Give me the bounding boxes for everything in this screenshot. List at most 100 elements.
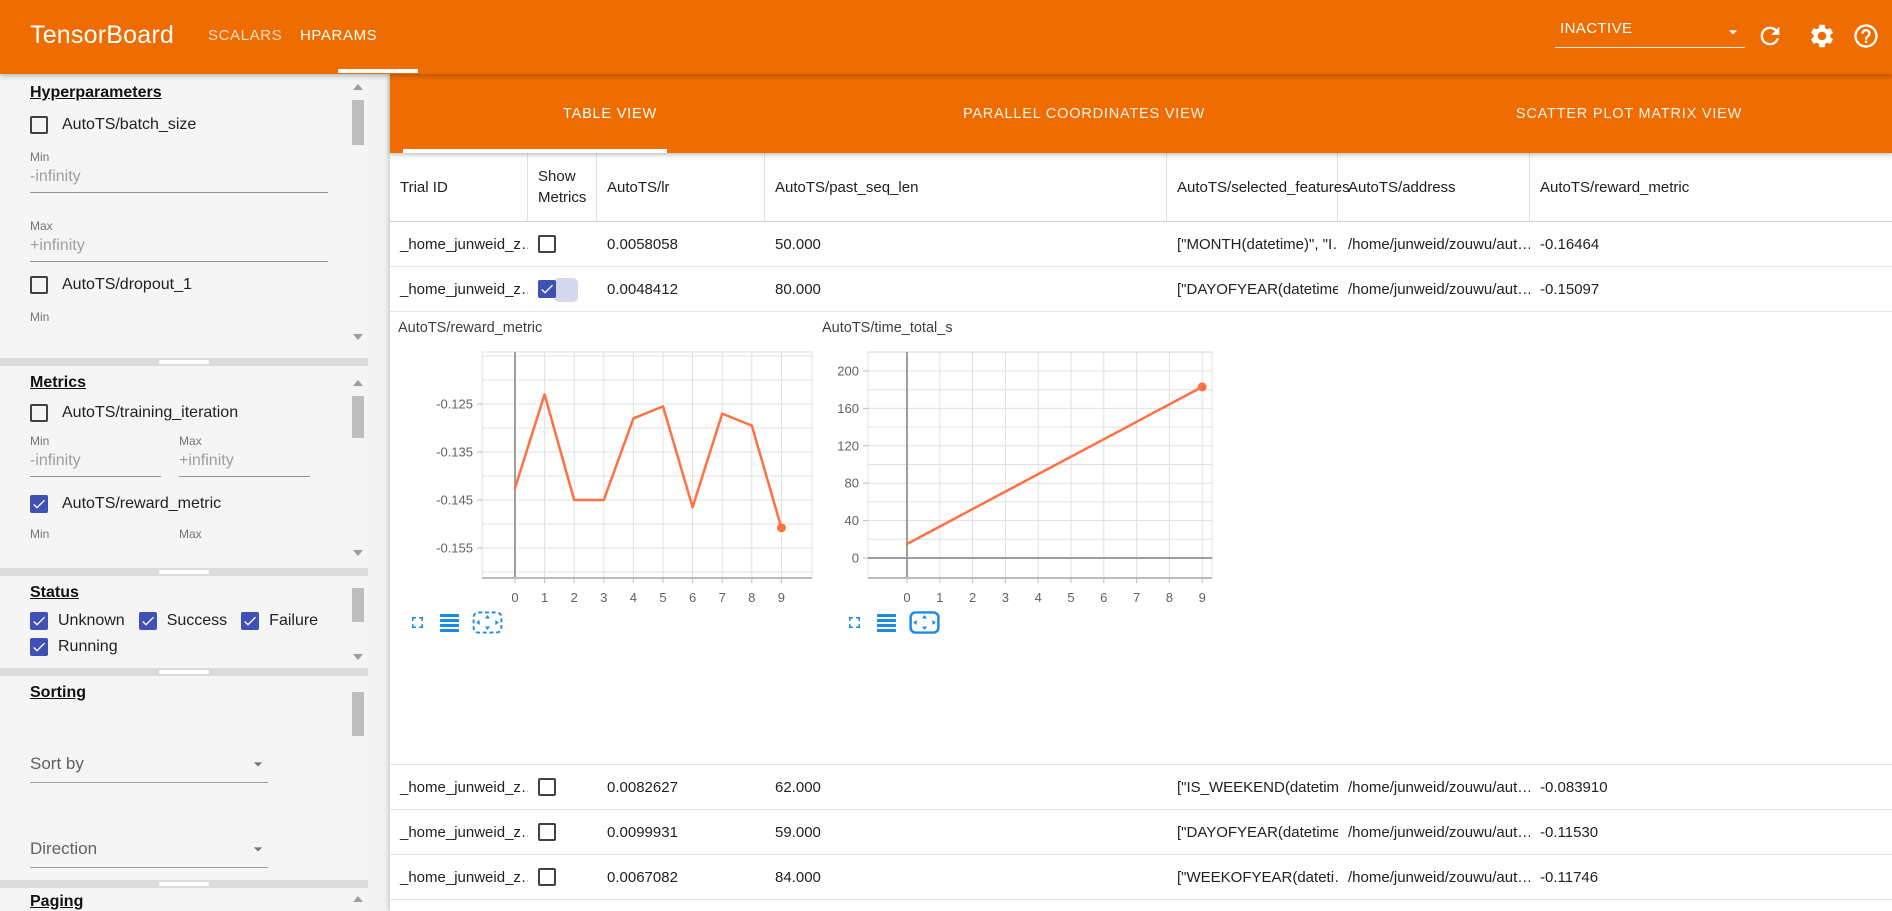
direction-placeholder: Direction xyxy=(30,839,97,858)
status-option-success[interactable]: Success xyxy=(139,612,227,630)
list-icon[interactable] xyxy=(876,614,897,632)
scrollbar-thumb[interactable] xyxy=(352,100,364,145)
tab-scalars-label: SCALARS xyxy=(208,27,282,44)
show-metrics-checkbox[interactable] xyxy=(538,778,556,796)
show-metrics-checkbox[interactable] xyxy=(538,823,556,841)
checkbox-failure[interactable] xyxy=(241,612,259,630)
show-metrics-checkbox[interactable] xyxy=(538,235,556,253)
svg-text:40: 40 xyxy=(845,513,859,528)
metric-training-iteration-row[interactable]: AutoTS/training_iteration xyxy=(30,404,328,422)
status-option-failure[interactable]: Failure xyxy=(241,612,318,630)
cell-selected-features: ["WEEKOFYEAR(dateti… xyxy=(1167,855,1338,899)
status-option-unknown[interactable]: Unknown xyxy=(30,612,125,630)
min-label: Min xyxy=(30,527,161,541)
column-header-reward-metric[interactable]: AutoTS/reward_metric xyxy=(1530,153,1700,221)
tab-scalars[interactable]: SCALARS xyxy=(208,0,282,70)
column-header-lr[interactable]: AutoTS/lr xyxy=(597,153,765,221)
hparam-dropout-row[interactable]: AutoTS/dropout_1 xyxy=(30,276,328,294)
sort-by-select[interactable]: Sort by xyxy=(30,750,268,783)
dropdown-arrow-icon[interactable] xyxy=(1723,22,1743,42)
column-header-address[interactable]: AutoTS/address xyxy=(1338,153,1530,221)
sidebar-section-sorting: Sorting Sort by Direction xyxy=(0,676,368,880)
svg-text:7: 7 xyxy=(719,590,726,605)
column-header-past-seq-len[interactable]: AutoTS/past_seq_len xyxy=(765,153,1167,221)
scrollbar-thumb[interactable] xyxy=(352,588,364,622)
section-resize-handle[interactable] xyxy=(0,568,368,576)
help-icon[interactable] xyxy=(1852,22,1880,50)
tab-table-view-label: TABLE VIEW xyxy=(563,106,657,122)
section-resize-handle[interactable] xyxy=(0,358,368,366)
scroll-up-icon[interactable] xyxy=(353,380,363,386)
cell-lr: 0.0048412 xyxy=(597,267,765,311)
dropdown-arrow-icon xyxy=(248,839,268,859)
scrollbar-thumb[interactable] xyxy=(352,396,364,438)
metric-reward-metric-row[interactable]: AutoTS/reward_metric xyxy=(30,495,328,513)
sidebar: Hyperparameters AutoTS/batch_size Min -i… xyxy=(0,74,368,911)
checkbox-reward-metric[interactable] xyxy=(30,495,48,513)
refresh-icon[interactable] xyxy=(1756,22,1784,50)
scroll-down-icon[interactable] xyxy=(353,334,363,340)
checkbox-training-iteration[interactable] xyxy=(30,404,48,422)
column-header-trial-id[interactable]: Trial ID xyxy=(390,153,528,221)
svg-text:-0.135: -0.135 xyxy=(436,445,473,460)
status-scrollbar[interactable] xyxy=(350,576,366,668)
max-input[interactable]: +infinity xyxy=(30,237,328,262)
metrics-scrollbar[interactable] xyxy=(350,366,366,568)
hparam-batch-size-row[interactable]: AutoTS/batch_size xyxy=(30,116,328,134)
sidebar-section-status: Status Unknown Success Failure Running xyxy=(0,576,368,668)
scroll-down-icon[interactable] xyxy=(353,550,363,556)
max-input[interactable]: +infinity xyxy=(179,452,310,477)
list-icon[interactable] xyxy=(439,614,460,632)
scroll-up-icon[interactable] xyxy=(353,84,363,90)
tab-parallel-coordinates-label: PARALLEL COORDINATES VIEW xyxy=(963,106,1205,122)
cell-trial-id: _home_junweid_z… xyxy=(390,810,528,854)
metric-line-charts: 0123456789-0.125-0.135-0.145-0.155012345… xyxy=(390,312,1892,765)
cell-address: /home/junweid/zouwu/aut… xyxy=(1338,222,1530,266)
section-resize-handle[interactable] xyxy=(0,880,368,888)
status-unknown-label: Unknown xyxy=(58,612,125,630)
min-label: Min xyxy=(30,150,328,164)
cell-reward-metric: -0.15097 xyxy=(1530,267,1700,311)
min-input[interactable]: -infinity xyxy=(30,168,328,193)
tab-parallel-coordinates-view[interactable]: PARALLEL COORDINATES VIEW xyxy=(963,74,1205,153)
app-header: TensorBoard SCALARS HPARAMS INACTIVE xyxy=(0,0,1892,74)
paging-scrollbar[interactable] xyxy=(350,888,366,911)
svg-text:6: 6 xyxy=(689,590,696,605)
tab-table-view[interactable]: TABLE VIEW xyxy=(563,74,657,153)
fit-domain-icon[interactable] xyxy=(472,611,503,634)
checkbox-success[interactable] xyxy=(139,612,157,630)
run-status-dropdown[interactable]: INACTIVE xyxy=(1555,14,1745,48)
column-header-selected-features[interactable]: AutoTS/selected_features xyxy=(1167,153,1338,221)
min-label: Min xyxy=(30,310,328,324)
tab-scatter-plot-matrix-view[interactable]: SCATTER PLOT MATRIX VIEW xyxy=(1516,74,1742,153)
column-header-show-metrics[interactable]: Show Metrics xyxy=(528,153,597,221)
table-row: _home_junweid_z… 0.0048412 80.000 ["DAYO… xyxy=(390,267,1892,312)
direction-select[interactable]: Direction xyxy=(30,835,268,868)
cell-address: /home/junweid/zouwu/aut… xyxy=(1338,855,1530,899)
sorting-scrollbar[interactable] xyxy=(350,676,366,880)
cell-reward-metric: -0.083910 xyxy=(1530,765,1700,809)
checkbox-dropout-1[interactable] xyxy=(30,276,48,294)
checkbox-batch-size[interactable] xyxy=(30,116,48,134)
fullscreen-icon[interactable] xyxy=(408,613,427,632)
min-input[interactable]: -infinity xyxy=(30,452,161,477)
scrollbar-thumb[interactable] xyxy=(352,692,364,736)
settings-gear-icon[interactable] xyxy=(1808,22,1836,50)
view-tabs-bar: TABLE VIEW PARALLEL COORDINATES VIEW SCA… xyxy=(390,74,1892,153)
svg-text:3: 3 xyxy=(1002,590,1009,605)
cell-reward-metric: -0.16464 xyxy=(1530,222,1700,266)
checkbox-running[interactable] xyxy=(30,638,48,656)
tab-hparams[interactable]: HPARAMS xyxy=(300,0,377,70)
hyperparameters-scrollbar[interactable] xyxy=(350,74,366,358)
fullscreen-icon[interactable] xyxy=(845,613,864,632)
svg-text:200: 200 xyxy=(837,364,859,379)
show-metrics-checkbox[interactable] xyxy=(538,280,556,298)
show-metrics-checkbox[interactable] xyxy=(538,868,556,886)
status-option-running[interactable]: Running xyxy=(30,638,118,656)
cell-lr: 0.0099931 xyxy=(597,810,765,854)
scroll-down-icon[interactable] xyxy=(353,654,363,660)
section-resize-handle[interactable] xyxy=(0,668,368,676)
fit-domain-icon[interactable] xyxy=(909,611,940,634)
scroll-up-icon[interactable] xyxy=(353,896,363,902)
checkbox-unknown[interactable] xyxy=(30,612,48,630)
